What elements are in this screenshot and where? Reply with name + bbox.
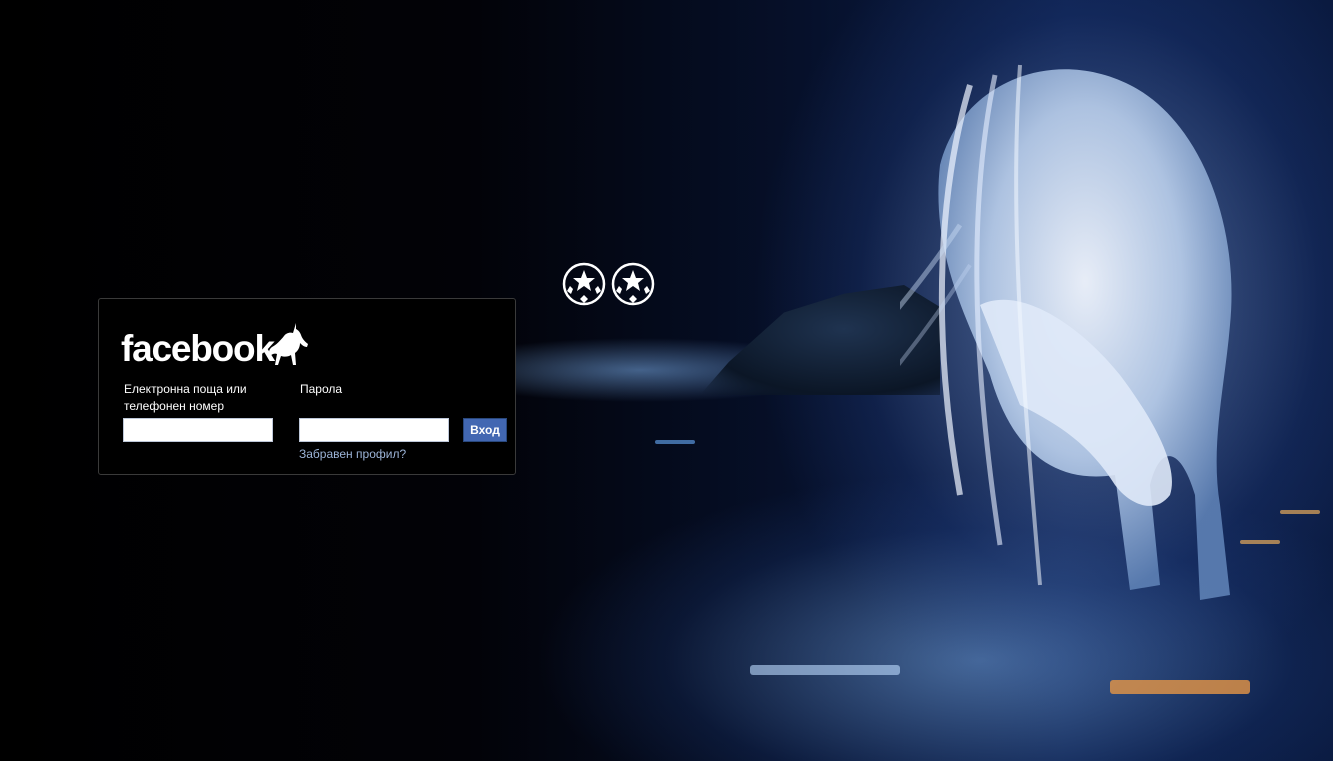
water-reflection	[1110, 680, 1250, 694]
login-panel: facebook Електронна поща или телефонен н…	[98, 298, 516, 475]
unicorn-icon	[268, 323, 308, 365]
water-reflection	[750, 665, 900, 675]
champions-league-ball-icon	[562, 262, 606, 306]
password-field[interactable]	[299, 418, 449, 442]
water-reflection	[655, 440, 695, 444]
email-label: Електронна поща или телефонен номер	[124, 382, 247, 413]
login-button[interactable]: Вход	[463, 418, 507, 442]
facebook-logo: facebook	[121, 321, 310, 367]
logo-text: facebook	[121, 328, 275, 369]
forgot-account-link[interactable]: Забравен профил?	[299, 447, 406, 461]
water-reflection	[1280, 510, 1320, 514]
unicorn-icon	[900, 64, 1232, 601]
password-label: Парола	[300, 382, 343, 396]
email-field[interactable]	[123, 418, 273, 442]
champions-league-ball-icon	[611, 262, 655, 306]
